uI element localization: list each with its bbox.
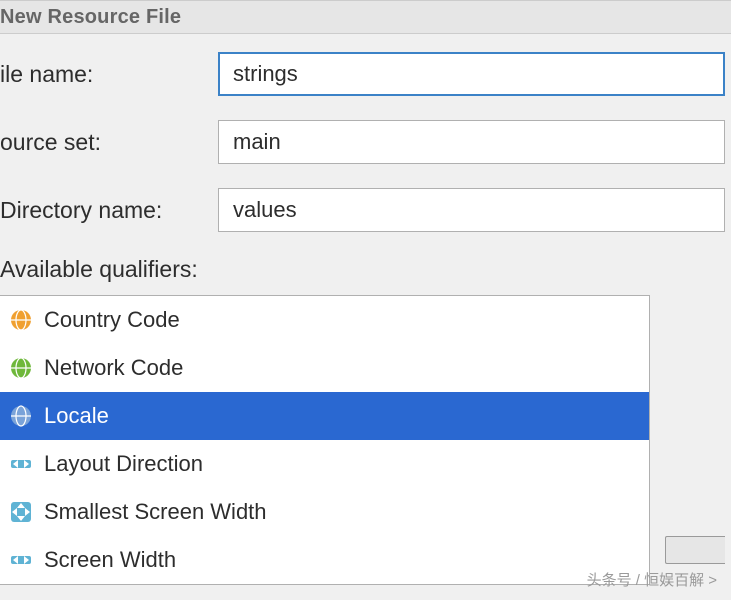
dialog-content: ile name: ource set: Directory name: Ava… [0, 34, 731, 585]
globe-icon [8, 355, 34, 381]
globe-icon [8, 403, 34, 429]
arrows-all-icon [8, 499, 34, 525]
file-name-input[interactable] [218, 52, 725, 96]
list-item-label: Smallest Screen Width [44, 499, 267, 525]
list-item[interactable]: Locale [0, 392, 649, 440]
partial-button[interactable] [665, 536, 725, 564]
arrow-horizontal-icon [8, 451, 34, 477]
dialog-title: New Resource File [0, 6, 181, 29]
list-item[interactable]: Layout Direction [0, 440, 649, 488]
list-item-label: Screen Width [44, 547, 176, 573]
source-set-row: ource set: [0, 120, 725, 164]
list-item-label: Network Code [44, 355, 183, 381]
file-name-label: ile name: [0, 61, 218, 88]
dialog-title-bar: New Resource File [0, 0, 731, 34]
list-item[interactable]: Smallest Screen Width [0, 488, 649, 536]
list-item[interactable]: Screen Width [0, 536, 649, 584]
arrow-horizontal-icon [8, 547, 34, 573]
file-name-row: ile name: [0, 52, 725, 96]
list-item-label: Layout Direction [44, 451, 203, 477]
list-item[interactable]: Network Code [0, 344, 649, 392]
directory-name-row: Directory name: [0, 188, 725, 232]
list-item-label: Locale [44, 403, 109, 429]
list-item-label: Country Code [44, 307, 180, 333]
source-set-input[interactable] [218, 120, 725, 164]
directory-name-input[interactable] [218, 188, 725, 232]
directory-name-label: Directory name: [0, 197, 218, 224]
list-item[interactable]: Country Code [0, 296, 649, 344]
globe-icon [8, 307, 34, 333]
qualifiers-listbox[interactable]: Country Code Network Code Locale Layout … [0, 295, 650, 585]
source-set-label: ource set: [0, 129, 218, 156]
available-qualifiers-label: Available qualifiers: [0, 256, 725, 283]
